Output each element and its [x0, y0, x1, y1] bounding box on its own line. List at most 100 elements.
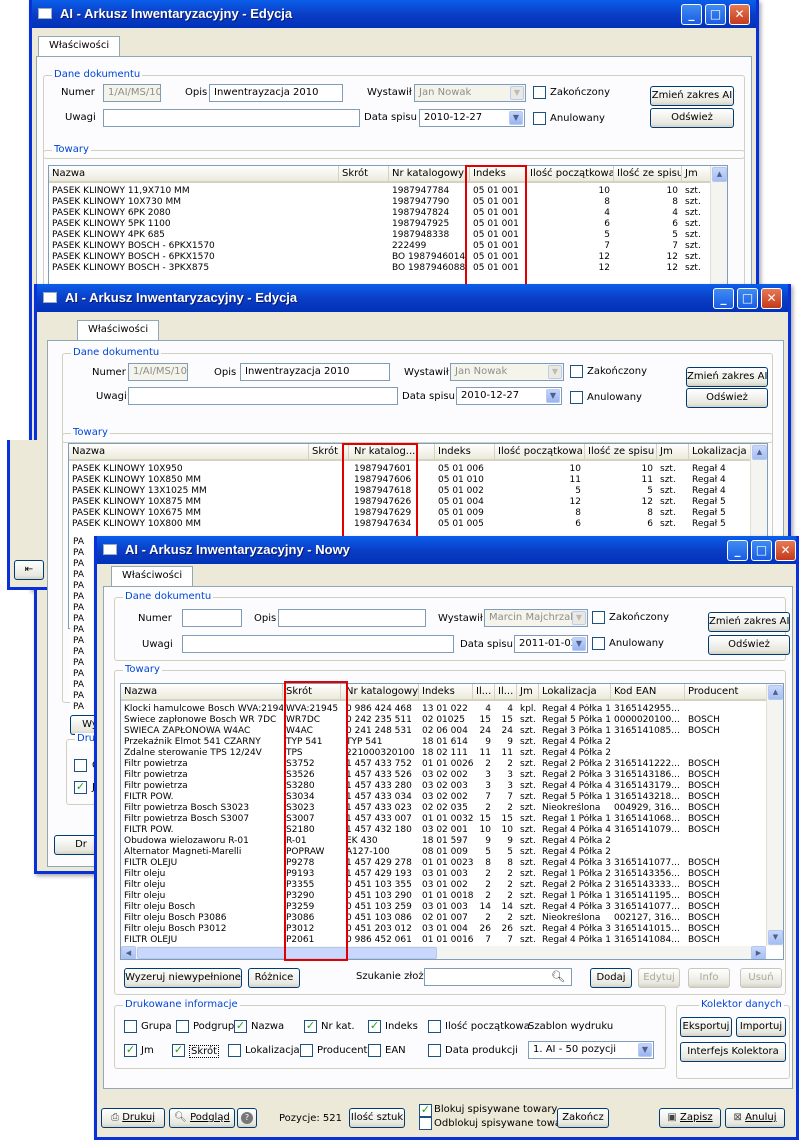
table-row[interactable]: Filtr oleju P9193 1 457 429 193 03 01 003 2 2… [121, 869, 765, 880]
table-row[interactable]: PASEK KLINOWY BOSCH - 6PKX1570 BO 1987946… [49, 252, 727, 263]
col-kod-ean[interactable]: Kod EAN [611, 684, 685, 701]
col-indeks[interactable]: Indeks [419, 684, 473, 701]
table-row[interactable]: Filtr oleju Bosch P3086 P3086 0 451 103 08… [121, 913, 765, 924]
nazwa-checkbox[interactable]: ✓ [234, 1020, 247, 1033]
nr-kat-checkbox[interactable]: ✓ [304, 1020, 317, 1033]
table-row[interactable]: Filtr powietrza S3752 1 457 433 752 01 01 0… [121, 759, 765, 770]
table-row[interactable]: Przekaźnik Elmot 541 CZARNY TYP 541 TYP 54… [121, 737, 765, 748]
zapisz-button[interactable]: ▣ Zapisz [659, 1108, 721, 1128]
col-indeks[interactable]: Indeks [435, 444, 495, 461]
grupa-checkbox[interactable] [124, 1020, 137, 1033]
wystawil-select[interactable]: Jan Nowak ▼ [450, 363, 564, 381]
col-lokalizacja[interactable]: Lokalizacja [539, 684, 611, 701]
search-icon[interactable]: 🔍︎ [551, 970, 565, 983]
table-row[interactable]: Świece zapłonowe Bosch WR 7DC WR7DC 0 242 … [121, 715, 765, 726]
skrot-checkbox[interactable]: ✓ [172, 1044, 185, 1057]
col-nr-katalogowy[interactable]: Nr katalogowy [343, 684, 419, 701]
uwagi-field[interactable] [182, 635, 454, 653]
table-row[interactable]: Filtr powietrza S3526 1 457 433 526 03 02 0… [121, 770, 765, 781]
opis-field[interactable]: Inwentrayzacja 2010 [209, 84, 343, 102]
data-spisu-field[interactable]: 2010-12-27 ▼ [456, 387, 562, 405]
zmien-zakres-button[interactable]: Zmień zakres AI [686, 367, 768, 387]
numer-field[interactable]: 1/AI/MS/10 [128, 363, 188, 381]
drukuj-button[interactable]: ⎙ Drukuj [101, 1108, 165, 1128]
opis-field[interactable] [278, 609, 426, 627]
table-row[interactable]: Zdalne sterowanie TPS 12/24V TPS 221000320… [121, 748, 765, 759]
ilosc-sztuk-button[interactable]: Ilość sztuk [349, 1108, 405, 1128]
zakoncz-button[interactable]: Zakończ [557, 1108, 609, 1128]
blokuj-checkbox[interactable]: ✓ [419, 1104, 432, 1117]
col-ilosc-poczatkowa[interactable]: Ilość początkowa [527, 166, 614, 183]
scroll-right-icon[interactable]: ▶ [751, 946, 766, 959]
anuluj-button[interactable]: ⊠ Anuluj [725, 1108, 785, 1128]
scroll-up-icon[interactable]: ▲ [712, 167, 727, 182]
podgrupa-checkbox[interactable] [176, 1020, 189, 1033]
col-ilosc-poczatkowa[interactable]: Ilość początkowa [495, 444, 585, 461]
scroll-up-icon[interactable]: ▲ [768, 685, 783, 700]
roznice-button[interactable]: Różnice [248, 968, 300, 988]
odswiez-button[interactable]: Odśwież [708, 635, 790, 655]
ean-checkbox[interactable] [368, 1044, 381, 1057]
vertical-scrollbar[interactable]: ▲ ▼ [766, 684, 783, 946]
table-row[interactable]: ŚWIECA ZAPŁONOWA W4AC W4AC 0 241 248 531 02… [121, 726, 765, 737]
anulowany-checkbox[interactable] [570, 391, 583, 404]
numer-field[interactable] [182, 609, 242, 627]
col-nazwa[interactable]: Nazwa [69, 444, 309, 461]
col-lokalizacja[interactable]: Lokalizacja [689, 444, 751, 461]
col-ilosc-ze-spisu[interactable]: Il... [495, 684, 517, 701]
col-nr-katalogowy[interactable]: Nr katalogowy [389, 166, 470, 183]
zmien-zakres-button[interactable]: Zmień zakres AI [650, 86, 734, 106]
table-row[interactable]: FILTR OLEJU P2061 0 986 452 061 01 01 0016 7… [121, 935, 765, 946]
horizontal-scrollbar[interactable]: ◀ ▶ [121, 946, 766, 959]
table-row[interactable]: PASEK KLINOWY BOSCH - 3PKX875 BO 19879460… [49, 263, 727, 274]
minimize-button[interactable]: _ [727, 540, 748, 561]
numer-field[interactable]: 1/AI/MS/10 [103, 84, 161, 102]
table-row[interactable]: Alternator Magneti-Marelli POPRAW A127-100… [121, 847, 765, 858]
close-button[interactable]: ✕ [729, 4, 750, 25]
wyzeruj-button[interactable]: Wyzeruj niewypełnione [124, 968, 242, 988]
minimize-button[interactable]: _ [713, 288, 734, 309]
wystawil-select[interactable]: Jan Nowak ▼ [414, 84, 526, 102]
jm-checkbox-partial[interactable]: ✓ [74, 781, 87, 794]
table-row[interactable]: PASEK KLINOWY 11,9X710 MM 1987947784 05 01… [49, 186, 727, 197]
col-skrot[interactable]: Skrót [339, 166, 389, 183]
help-button[interactable]: ? [237, 1108, 257, 1128]
usun-button[interactable]: Usuń [740, 968, 782, 988]
col-nazwa[interactable]: Nazwa [49, 166, 339, 183]
zmien-zakres-button[interactable]: Zmień zakres AI [708, 612, 790, 632]
edytuj-button[interactable]: Edytuj [638, 968, 680, 988]
maximize-button[interactable]: □ [737, 288, 758, 309]
table-row[interactable]: PASEK KLINOWY 10X730 MM 1987947790 05 01 0… [49, 197, 727, 208]
scroll-down-icon[interactable]: ▼ [768, 930, 783, 945]
table-row[interactable]: Filtr oleju Bosch P3259 0 451 103 259 03 01… [121, 902, 765, 913]
towary-grid[interactable]: Nazwa Skrót Nr katalogowy Indeks Il... I… [120, 683, 784, 960]
col-jm[interactable]: Jm [682, 166, 712, 183]
minimize-button[interactable]: _ [681, 4, 702, 25]
zakonczony-checkbox[interactable] [570, 365, 583, 378]
indeks-checkbox[interactable]: ✓ [368, 1020, 381, 1033]
zakonczony-checkbox[interactable] [592, 611, 605, 624]
interfejs-kolektora-button[interactable]: Interfejs Kolektora [680, 1042, 786, 1062]
importuj-button[interactable]: Importuj [736, 1017, 786, 1037]
drukuj-button-partial[interactable]: ⇤ [14, 560, 44, 580]
anulowany-checkbox[interactable] [533, 112, 546, 125]
col-ilosc-ze-spisu[interactable]: Ilość ze spisu [614, 166, 682, 183]
scroll-up-icon[interactable]: ▲ [752, 445, 767, 460]
table-row[interactable]: Filtr powietrza Bosch S3007 S3007 1 457 43… [121, 814, 765, 825]
table-row[interactable]: Filtr oleju P3355 0 451 103 355 03 01 002 2 2… [121, 880, 765, 891]
data-spisu-field[interactable]: 2011-01-02 ▼ [514, 635, 588, 653]
opis-field[interactable]: Inwentrayzacja 2010 [240, 363, 390, 381]
wystawil-select[interactable]: Marcin Majchrzak ▼ [484, 609, 588, 627]
table-row[interactable]: PASEK KLINOWY 5PK 1100 1987947925 05 01 00… [49, 219, 727, 230]
close-button[interactable]: ✕ [761, 288, 782, 309]
col-jm[interactable]: Jm [517, 684, 539, 701]
dodaj-button[interactable]: Dodaj [590, 968, 632, 988]
tab-wlasciwosci[interactable]: Właściwości [38, 36, 121, 56]
col-ilosc-poczatkowa[interactable]: Il... [473, 684, 495, 701]
table-row[interactable]: FILTR POW. S3034 1 457 433 034 03 02 002 7 7 s… [121, 792, 765, 803]
zakonczony-checkbox[interactable] [533, 86, 546, 99]
table-row[interactable]: PASEK KLINOWY 4PK 685 1987948338 05 01 001… [49, 230, 727, 241]
table-row[interactable]: Filtr powietrza S3280 1 457 433 280 03 02 0… [121, 781, 765, 792]
ilosc-poczatkowa-checkbox[interactable] [428, 1020, 441, 1033]
table-row[interactable]: Filtr oleju Bosch P3012 P3012 0 451 203 01… [121, 924, 765, 935]
